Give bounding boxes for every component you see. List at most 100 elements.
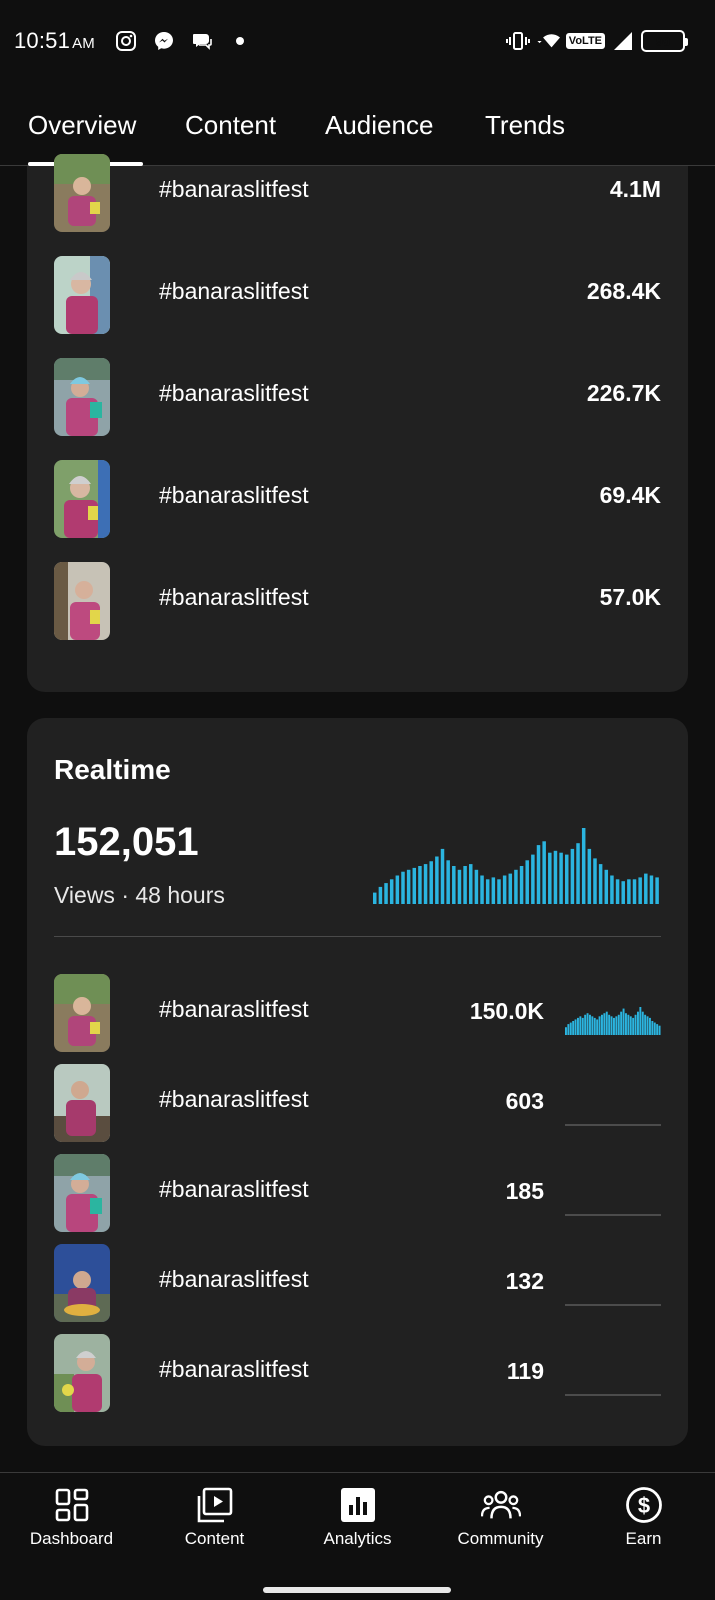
sparkline-bar — [581, 1017, 584, 1035]
nav-label: Community — [457, 1529, 544, 1548]
chart-bar — [519, 866, 524, 904]
sparkline-bar — [608, 1014, 611, 1035]
chart-bar — [610, 875, 614, 904]
chart-bar — [581, 828, 586, 904]
chart-bar — [649, 875, 654, 904]
vibrate-icon — [505, 29, 530, 53]
chart-bar — [525, 860, 529, 904]
list-item[interactable]: #banaraslitfest 4.1M — [54, 154, 661, 232]
wifi-icon — [536, 29, 560, 53]
sparkline-bar — [634, 1014, 637, 1035]
chart-bar — [536, 845, 541, 904]
nav-earn[interactable]: $ Earn — [572, 1485, 715, 1549]
svg-text:$: $ — [637, 1493, 649, 1518]
sparkline-bar — [596, 1019, 599, 1035]
sparkline-bar — [625, 1013, 627, 1035]
chart-bar — [446, 860, 450, 904]
sparkline-bar — [598, 1016, 601, 1035]
video-views: 268.4K — [586, 278, 661, 304]
video-thumbnail — [54, 1334, 110, 1412]
chart-bar — [638, 877, 642, 904]
chart-bar — [463, 866, 467, 904]
sparkline-bar — [627, 1014, 630, 1035]
video-thumbnail — [54, 1154, 110, 1232]
notification-dot-icon — [228, 29, 252, 53]
chart-bar — [632, 879, 637, 904]
sparkline-bar — [610, 1016, 613, 1035]
nav-content[interactable]: Content — [143, 1485, 286, 1549]
tab-audience[interactable]: Audience — [325, 110, 433, 141]
list-item[interactable]: #banaraslitfest 150.0K — [54, 974, 661, 1052]
video-title: #banaraslitfest — [159, 380, 309, 406]
chart-bar — [598, 864, 603, 904]
tab-trends[interactable]: Trends — [485, 110, 565, 141]
nav-dashboard[interactable]: Dashboard — [0, 1485, 143, 1549]
list-item[interactable]: #banaraslitfest 119 — [54, 1334, 661, 1412]
video-realtime-views: 603 — [505, 1088, 544, 1114]
status-time: 10:51 AM — [14, 28, 95, 54]
video-thumbnail — [54, 562, 110, 640]
chart-bar — [497, 879, 501, 904]
instagram-icon — [114, 29, 138, 53]
chart-bar — [531, 854, 535, 904]
sparkline-bar — [646, 1016, 649, 1035]
sparkline-bar — [637, 1011, 639, 1035]
video-sparkline — [565, 1304, 661, 1306]
sparkline-bar — [644, 1014, 647, 1035]
video-thumbnail — [54, 154, 110, 232]
sparkline-bar — [649, 1017, 651, 1035]
sparkline-bar — [574, 1019, 577, 1035]
sparkline-bar — [658, 1025, 661, 1035]
chart-bar — [604, 869, 609, 904]
sparkline-bar — [615, 1016, 618, 1035]
list-item[interactable]: #banaraslitfest 603 — [54, 1064, 661, 1142]
chart-bar — [576, 843, 580, 904]
top-content-card: #banaraslitfest 4.1M #banaraslitfest 268… — [27, 154, 688, 692]
nav-label: Analytics — [323, 1529, 392, 1548]
notification-icons — [114, 29, 252, 53]
chart-bar — [378, 886, 383, 904]
chat-icon — [190, 29, 214, 53]
list-item[interactable]: #banaraslitfest 57.0K — [54, 562, 661, 640]
chart-bar — [418, 866, 422, 904]
video-title: #banaraslitfest — [159, 278, 309, 304]
nav-label: Earn — [625, 1529, 662, 1548]
list-item[interactable]: #banaraslitfest 132 — [54, 1244, 661, 1322]
tab-content[interactable]: Content — [185, 110, 276, 141]
chart-bar — [429, 861, 433, 904]
list-item[interactable]: #banaraslitfest 268.4K — [54, 256, 661, 334]
chart-bar — [548, 852, 552, 904]
dashboard-icon — [52, 1485, 92, 1525]
chart-bar — [570, 848, 575, 904]
battery-level: 99 — [655, 33, 671, 49]
sparkline-bar — [613, 1017, 615, 1035]
chart-bar — [587, 848, 592, 904]
tab-overview[interactable]: Overview — [28, 110, 136, 141]
bottom-navigation: Dashboard Content Analytics Community $ … — [0, 1472, 715, 1600]
video-realtime-views: 132 — [505, 1268, 544, 1294]
status-time-value: 10:51 — [14, 28, 71, 53]
chart-bar — [553, 850, 558, 904]
list-item[interactable]: #banaraslitfest 185 — [54, 1154, 661, 1232]
nav-community[interactable]: Community — [429, 1485, 572, 1549]
divider — [54, 936, 661, 937]
realtime-title: Realtime — [54, 754, 171, 785]
sparkline-bar — [593, 1017, 596, 1035]
sparkline-bar — [572, 1021, 575, 1035]
video-thumbnail — [54, 974, 110, 1052]
chart-bar — [435, 856, 439, 904]
chart-bar — [452, 866, 456, 904]
video-title: #banaraslitfest — [159, 1356, 309, 1382]
chart-bar — [655, 877, 659, 904]
list-item[interactable]: #banaraslitfest 226.7K — [54, 358, 661, 436]
video-title: #banaraslitfest — [159, 1176, 309, 1202]
sparkline-bar — [656, 1024, 659, 1035]
nav-analytics[interactable]: Analytics — [286, 1485, 429, 1549]
list-item[interactable]: #banaraslitfest 69.4K — [54, 460, 661, 538]
sparkline-bar — [620, 1011, 623, 1035]
chart-bar — [474, 869, 479, 904]
content-icon — [195, 1485, 235, 1525]
video-title: #banaraslitfest — [159, 996, 309, 1022]
sparkline-bar — [567, 1024, 570, 1035]
chart-bar — [469, 864, 473, 904]
